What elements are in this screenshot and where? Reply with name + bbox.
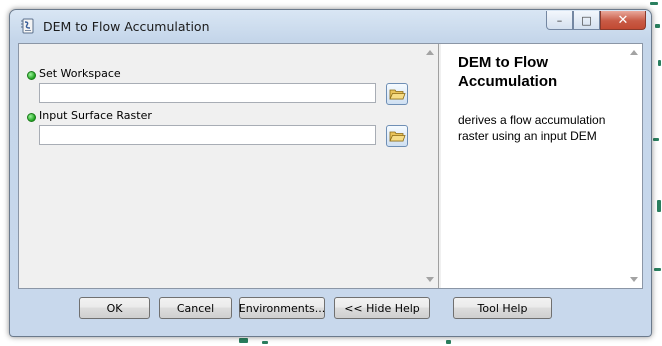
map-feature	[654, 268, 661, 271]
workspace-browse-button[interactable]	[386, 83, 408, 105]
scroll-up-icon[interactable]	[426, 50, 434, 55]
hide-help-button[interactable]: << Hide Help	[334, 297, 430, 319]
input-raster-input[interactable]	[39, 125, 376, 145]
workspace-input[interactable]	[39, 83, 376, 103]
scroll-up-icon[interactable]	[630, 50, 638, 55]
help-description: derives a flow accumulation raster using…	[458, 113, 606, 143]
ok-button[interactable]: OK	[79, 297, 150, 319]
workspace-label: Set Workspace	[39, 67, 121, 80]
help-title: DEM to Flow Accumulation	[458, 54, 558, 90]
input-raster-label: Input Surface Raster	[39, 109, 152, 122]
help-panel: DEM to Flow Accumulation derives a flow …	[441, 44, 642, 288]
scroll-down-icon[interactable]	[630, 277, 638, 282]
tool-help-button[interactable]: Tool Help	[453, 297, 552, 319]
required-indicator-icon	[27, 113, 36, 122]
open-folder-icon	[389, 131, 406, 142]
hide-help-button-label: << Hide Help	[344, 301, 420, 315]
minimize-button[interactable]: –	[546, 11, 573, 30]
tool-dialog: DEM to Flow Accumulation – □ ✕ Set Works…	[9, 9, 652, 337]
map-feature	[262, 341, 268, 344]
cancel-button-label: Cancel	[176, 301, 215, 315]
minimize-icon: –	[556, 13, 563, 27]
scroll-down-icon[interactable]	[426, 277, 434, 282]
help-scrollbar[interactable]	[627, 44, 642, 288]
script-tool-icon	[21, 18, 34, 34]
map-feature	[650, 2, 658, 5]
map-feature	[657, 200, 661, 212]
open-folder-icon	[389, 89, 406, 100]
map-feature	[653, 138, 659, 141]
window-controls: – □ ✕	[546, 11, 646, 31]
map-feature	[446, 340, 451, 344]
tool-help-button-label: Tool Help	[477, 301, 528, 315]
title-bar[interactable]: DEM to Flow Accumulation – □ ✕	[10, 10, 651, 42]
required-indicator-icon	[27, 71, 36, 80]
close-button[interactable]: ✕	[600, 11, 646, 30]
window-title: DEM to Flow Accumulation	[43, 19, 210, 34]
parameters-scrollbar[interactable]	[423, 44, 438, 288]
close-icon: ✕	[617, 12, 629, 28]
maximize-icon: □	[581, 13, 592, 27]
environments-button[interactable]: Environments...	[239, 297, 325, 319]
input-raster-browse-button[interactable]	[386, 125, 408, 147]
map-feature	[239, 338, 248, 343]
maximize-button[interactable]: □	[573, 11, 600, 30]
cancel-button[interactable]: Cancel	[159, 297, 232, 319]
map-feature	[655, 24, 660, 28]
parameters-panel: Set Workspace Input Surface Raster	[19, 44, 439, 288]
dialog-client-area: Set Workspace Input Surface Raster DEM t…	[18, 43, 643, 289]
ok-button-label: OK	[106, 301, 123, 315]
environments-button-label: Environments...	[238, 301, 326, 315]
map-feature	[658, 60, 661, 66]
